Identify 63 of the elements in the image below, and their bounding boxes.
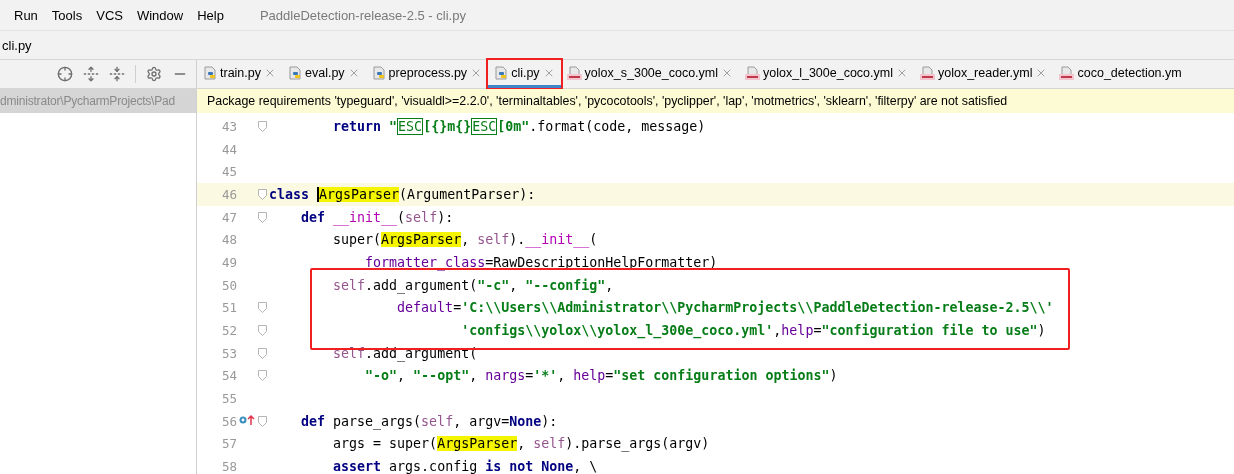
line-number: 55: [220, 391, 237, 407]
python-file-icon: [288, 65, 302, 80]
override-icon: [239, 414, 255, 427]
locate-icon[interactable]: [57, 66, 73, 82]
editor-tab[interactable]: yolox_s_300e_coco.yml: [560, 60, 740, 88]
yaml-file-icon: [745, 65, 761, 80]
code-line: formatter_class=RawDescriptionHelpFormatter): [364, 254, 718, 270]
code-line: def __init__(self):: [300, 209, 454, 225]
breadcrumb[interactable]: cli.py: [2, 37, 32, 53]
python-file-icon: [494, 65, 509, 80]
collapse-all-icon[interactable]: [109, 66, 125, 82]
python-file-icon: [203, 65, 217, 80]
line-number: 47: [220, 209, 237, 225]
fold-marker-icon: [257, 415, 267, 427]
fold-marker-icon: [257, 302, 267, 314]
code-line: return "ESC[{}m{}ESC[0m".format(code, message): [332, 118, 706, 134]
code-line: class ArgsParser(ArgumentParser):: [269, 186, 536, 203]
code-line: default='C:\\Users\\Administrator\\PycharmProjects\\PaddleDetection-release-2.5\\': [396, 300, 1054, 316]
line-number: 51: [220, 300, 237, 316]
line-number: 44: [220, 141, 237, 157]
yaml-file-icon: [920, 65, 935, 80]
menu-item[interactable]: Window: [136, 7, 184, 23]
line-number: 45: [220, 164, 237, 180]
line-number: 54: [220, 368, 237, 384]
yaml-file-icon: [566, 65, 582, 80]
line-number: 53: [220, 345, 237, 361]
menu-item[interactable]: Tools: [51, 7, 83, 23]
window-title: PaddleDetection-release-2.5 - cli.py: [259, 7, 466, 23]
editor-tab[interactable]: yolox_l_300e_coco.yml: [739, 60, 914, 88]
expand-all-icon[interactable]: [83, 66, 99, 82]
notification-banner: Package requirements 'typeguard', 'visualdl>=2.2.0', 'terminaltables', 'pycocotools', 'pyclipper', 'lap', 'motmetrics', 'sklearn', 'filterpy' are not satisfied: [197, 89, 1234, 113]
line-number: 50: [220, 277, 237, 293]
line-number: 56: [220, 413, 237, 429]
editor-tab[interactable]: coco_detection.ym: [1053, 60, 1188, 88]
code-line: assert args.config is not None, \: [332, 459, 598, 474]
menu-item[interactable]: VCS: [96, 7, 123, 23]
line-number: 49: [220, 254, 237, 270]
yaml-file-icon: [1059, 65, 1075, 80]
fold-marker-icon: [257, 211, 267, 223]
settings-icon[interactable]: [146, 66, 162, 82]
line-number: 48: [220, 232, 237, 248]
fold-marker-icon: [257, 120, 267, 132]
editor-tab[interactable]: yolox_reader.yml: [914, 60, 1054, 88]
line-number: 52: [220, 323, 237, 339]
python-file-icon: [371, 65, 386, 80]
code-line: 'configs\\yolox\\yolox_l_300e_coco.yml',help="configuration file to use"): [460, 323, 1046, 339]
editor-tab[interactable]: train.py: [197, 60, 282, 88]
code-line: def parse_args(self, argv=None):: [300, 413, 558, 429]
line-number: 43: [220, 118, 237, 134]
fold-marker-icon: [257, 325, 267, 337]
line-number: 57: [220, 436, 237, 452]
code-line: "-o", "--opt", nargs='*', help="set configuration options"): [364, 368, 838, 384]
fold-marker-icon: [257, 188, 267, 200]
fold-marker-icon: [257, 370, 267, 382]
editor-tab[interactable]: cli.py: [488, 60, 561, 88]
menu-item[interactable]: Help: [197, 7, 224, 23]
line-number: 58: [220, 459, 237, 474]
line-number: 46: [220, 186, 237, 202]
editor-tab[interactable]: eval.py: [282, 60, 366, 88]
fold-marker-icon: [257, 347, 267, 359]
editor-tab[interactable]: preprocess.py: [365, 60, 489, 88]
code-line: self.add_argument("-c", "--config",: [332, 277, 614, 293]
menu-item[interactable]: Run: [14, 7, 38, 23]
